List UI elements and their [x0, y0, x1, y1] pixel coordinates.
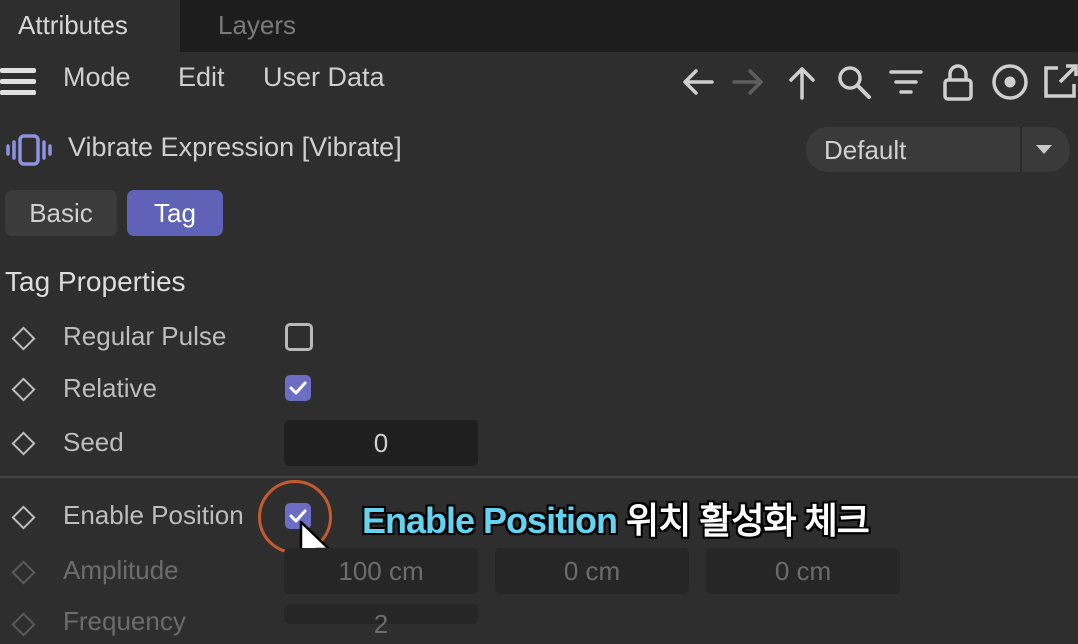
filter-icon[interactable]	[886, 62, 926, 102]
checkmark-icon	[289, 381, 307, 395]
tab-attributes[interactable]: Attributes	[0, 0, 180, 52]
preset-dropdown[interactable]: Default	[806, 127, 1070, 172]
frequency-field[interactable]: 2	[284, 604, 478, 639]
menu-edit[interactable]: Edit	[178, 62, 225, 93]
open-new-window-icon[interactable]	[1040, 62, 1078, 102]
lock-icon[interactable]	[938, 62, 978, 102]
amplitude-x-field[interactable]: 100 cm	[284, 548, 478, 594]
keyframe-diamond-icon[interactable]	[11, 326, 36, 351]
group-divider	[0, 476, 1078, 478]
chevron-down-icon[interactable]	[1036, 145, 1052, 154]
relative-checkbox[interactable]	[285, 375, 311, 401]
preset-value: Default	[824, 135, 907, 165]
section-title: Tag Properties	[5, 266, 186, 297]
amplitude-z-field[interactable]: 0 cm	[706, 548, 900, 594]
regular-pulse-label: Regular Pulse	[63, 321, 227, 351]
regular-pulse-checkbox[interactable]	[285, 323, 313, 351]
tab-tag[interactable]: Tag	[127, 190, 223, 236]
menu-user-data[interactable]: User Data	[263, 62, 385, 93]
amplitude-label: Amplitude	[63, 555, 179, 585]
keyframe-diamond-icon[interactable]	[11, 431, 36, 456]
keyframe-diamond-icon[interactable]	[11, 377, 36, 402]
menu-mode[interactable]: Mode	[63, 62, 131, 93]
keyframe-diamond-icon[interactable]	[11, 612, 36, 637]
caption-text: 위치 활성화 체크	[617, 500, 870, 541]
search-icon[interactable]	[834, 62, 874, 102]
seed-label: Seed	[63, 427, 124, 457]
tab-basic[interactable]: Basic	[5, 190, 117, 236]
hamburger-menu-icon[interactable]	[0, 68, 36, 96]
keyframe-diamond-icon[interactable]	[11, 505, 36, 530]
seed-field[interactable]: 0	[284, 420, 478, 466]
frequency-label: Frequency	[63, 606, 186, 636]
relative-label: Relative	[63, 373, 157, 403]
vibrate-tag-icon	[6, 134, 52, 166]
keyframe-diamond-icon[interactable]	[11, 560, 36, 585]
amplitude-y-field[interactable]: 0 cm	[495, 548, 689, 594]
caption-highlight: Enable Position	[362, 500, 618, 541]
enable-position-label: Enable Position	[63, 500, 244, 530]
forward-arrow-icon[interactable]	[728, 62, 768, 102]
back-arrow-icon[interactable]	[678, 62, 718, 102]
object-title: Vibrate Expression [Vibrate]	[68, 132, 402, 162]
dropdown-divider	[1020, 127, 1022, 172]
subtitle-caption: Enable Position 위치 활성화 체크	[362, 492, 870, 544]
up-arrow-icon[interactable]	[782, 62, 822, 102]
tab-layers[interactable]: Layers	[200, 0, 314, 52]
target-icon[interactable]	[990, 62, 1030, 102]
